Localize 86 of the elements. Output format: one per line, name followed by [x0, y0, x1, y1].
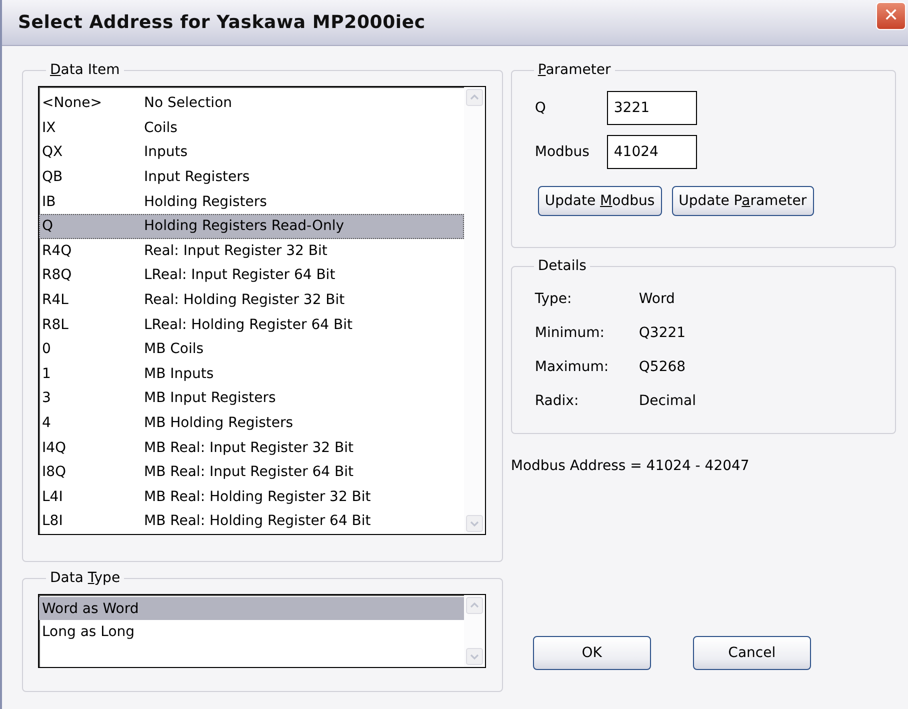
- item-description: Coils: [144, 120, 178, 136]
- item-code: R8Q: [42, 267, 73, 284]
- item-code: IB: [42, 194, 57, 210]
- list-item[interactable]: IB Holding Registers: [39, 189, 464, 214]
- item-description: LReal: Input Register 64 Bit: [144, 267, 336, 284]
- modbus-address-text: Modbus Address = 41024 - 42047: [510, 458, 750, 474]
- item-description: MB Coils: [144, 341, 204, 358]
- item-code: I8Q: [42, 464, 68, 480]
- list-item[interactable]: R4L Real: Holding Register 32 Bit: [39, 288, 464, 312]
- detail-value: Decimal: [638, 393, 696, 409]
- update-button[interactable]: Update Parameter: [672, 186, 814, 216]
- scroll-down-icon[interactable]: [466, 648, 483, 665]
- list-item[interactable]: I4Q MB Real: Input Register 32 Bit: [39, 435, 464, 460]
- data-type-list[interactable]: Word as Word Long as Long: [38, 594, 486, 668]
- item-code: 0: [42, 341, 52, 358]
- scroll-up-icon[interactable]: [466, 597, 483, 614]
- list-item[interactable]: QX Inputs: [39, 140, 464, 165]
- item-description: MB Input Registers: [144, 390, 276, 406]
- list-item[interactable]: QB Input Registers: [39, 164, 464, 190]
- input-field[interactable]: 41024: [606, 135, 697, 169]
- item-code: L4I: [42, 488, 64, 505]
- ok-button[interactable]: OK: [532, 636, 651, 670]
- item-description: Input Registers: [144, 169, 250, 186]
- list-item[interactable]: R8L LReal: Holding Register 64 Bit: [39, 312, 464, 337]
- item-code: Q: [42, 218, 54, 234]
- detail-label: Type:: [534, 291, 573, 307]
- detail-label: Minimum:: [534, 325, 606, 341]
- item-description: MB Real: Holding Register 32 Bit: [144, 488, 371, 505]
- group-title: Data Type: [49, 570, 122, 586]
- field-label: Modbus: [534, 144, 590, 160]
- item-description: MB Real: Input Register 32 Bit: [144, 440, 354, 456]
- detail-value: Word: [638, 291, 675, 307]
- list-item[interactable]: 0 MB Coils: [39, 336, 464, 362]
- item-description: MB Real: Holding Register 64 Bit: [144, 513, 371, 530]
- item-code: QB: [42, 169, 64, 186]
- update-button[interactable]: Update Modbus: [538, 186, 662, 216]
- scrollbar[interactable]: [464, 87, 485, 534]
- item-description: Inputs: [144, 144, 188, 160]
- item-code: R4Q: [42, 242, 73, 259]
- list-item[interactable]: I8Q MB Real: Input Register 64 Bit: [39, 460, 464, 484]
- list-item[interactable]: <None> No Selection: [39, 91, 464, 116]
- item-code: L8I: [42, 513, 64, 530]
- list-item[interactable]: 3 MB Input Registers: [39, 386, 464, 411]
- group-title: Parameter: [536, 62, 612, 78]
- item-code: R4L: [42, 292, 70, 308]
- window-title: Select Address for Yaskawa MP2000iec: [18, 12, 426, 33]
- list-item[interactable]: Long as Long: [39, 620, 464, 643]
- list-item[interactable]: 1 MB Inputs: [39, 362, 464, 386]
- scroll-up-icon[interactable]: [466, 89, 483, 106]
- item-code: 3: [42, 390, 52, 406]
- input-field[interactable]: 3221: [606, 91, 697, 125]
- data-item-list[interactable]: [38, 86, 486, 535]
- scroll-down-icon[interactable]: [466, 514, 483, 532]
- item-code: 4: [42, 415, 52, 432]
- group-title: Data Item: [49, 62, 121, 78]
- item-description: MB Real: Input Register 64 Bit: [144, 464, 354, 480]
- item-description: Real: Holding Register 32 Bit: [144, 292, 345, 308]
- list-item[interactable]: Word as Word: [39, 597, 464, 620]
- scrollbar[interactable]: [464, 595, 485, 667]
- item-description: Holding Registers: [144, 194, 267, 210]
- list-item[interactable]: R8Q LReal: Input Register 64 Bit: [39, 263, 464, 288]
- group-title: Details: [536, 258, 588, 274]
- detail-value: Q3221: [638, 325, 686, 341]
- detail-value: Q5268: [638, 359, 686, 375]
- item-description: MB Holding Registers: [144, 415, 294, 432]
- list-item[interactable]: L4I MB Real: Holding Register 32 Bit: [39, 484, 464, 510]
- field-label: Q: [534, 100, 547, 116]
- item-description: Holding Registers Read-Only: [144, 218, 344, 234]
- item-code: QX: [42, 144, 64, 160]
- list-item[interactable]: R4Q Real: Input Register 32 Bit: [39, 238, 464, 264]
- list-item[interactable]: L8I MB Real: Holding Register 64 Bit: [39, 509, 464, 534]
- list-item[interactable]: 4 MB Holding Registers: [39, 410, 464, 436]
- item-description: LReal: Holding Register 64 Bit: [144, 316, 352, 333]
- cancel-button[interactable]: Cancel: [692, 636, 811, 670]
- item-description: MB Inputs: [144, 366, 214, 382]
- item-code: 1: [42, 366, 52, 382]
- item-description: Real: Input Register 32 Bit: [144, 242, 328, 259]
- item-code: I4Q: [42, 440, 68, 456]
- item-code: IX: [42, 120, 57, 136]
- list-item[interactable]: Q Holding Registers Read-Only: [39, 214, 464, 239]
- item-code: <None>: [42, 95, 103, 112]
- detail-label: Maximum:: [534, 359, 610, 375]
- list-item[interactable]: IX Coils: [39, 116, 464, 140]
- item-code: R8L: [42, 316, 70, 333]
- item-description: No Selection: [144, 95, 232, 112]
- detail-label: Radix:: [534, 393, 580, 409]
